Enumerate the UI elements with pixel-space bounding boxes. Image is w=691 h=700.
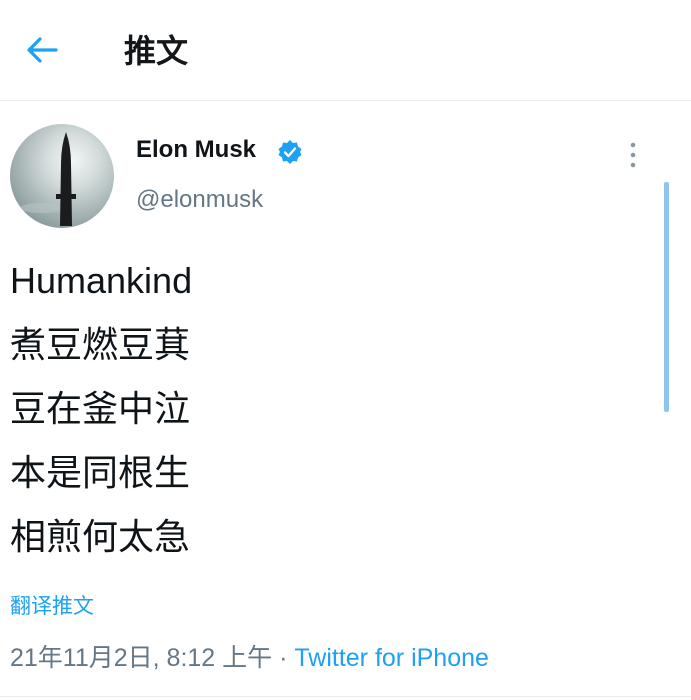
author-handle[interactable]: @elonmusk (136, 186, 263, 214)
starship-silhouette-icon (20, 132, 76, 226)
more-vertical-icon[interactable] (624, 140, 642, 172)
translate-tweet-link[interactable]: 翻译推文 (10, 590, 94, 620)
tweet-meta: 21年11月2日, 8:12 上午 · Twitter for iPhone (10, 638, 489, 674)
meta-separator: · (272, 644, 295, 672)
author-name[interactable]: Elon Musk (136, 136, 256, 164)
tweet-line: 煮豆燃豆萁 (10, 324, 191, 365)
tweet-line: 本是同根生 (10, 452, 191, 493)
back-arrow-icon[interactable] (22, 30, 62, 70)
avatar[interactable] (10, 124, 114, 228)
tweet-line: Humankind (10, 260, 193, 301)
divider (0, 696, 691, 697)
top-bar: 推文 (0, 0, 691, 101)
tweet-line: 豆在釜中泣 (10, 388, 191, 429)
tweet-text: Humankind 煮豆燃豆萁 豆在釜中泣 本是同根生 相煎何太急 (10, 256, 192, 576)
page-title: 推文 (124, 32, 189, 70)
source-link[interactable]: Twitter for iPhone (294, 644, 489, 672)
tweet-line: 相煎何太急 (10, 516, 191, 557)
timestamp[interactable]: 21年11月2日, 8:12 上午 (10, 644, 272, 672)
verified-badge-icon (278, 140, 302, 164)
scrollbar[interactable] (664, 182, 669, 412)
